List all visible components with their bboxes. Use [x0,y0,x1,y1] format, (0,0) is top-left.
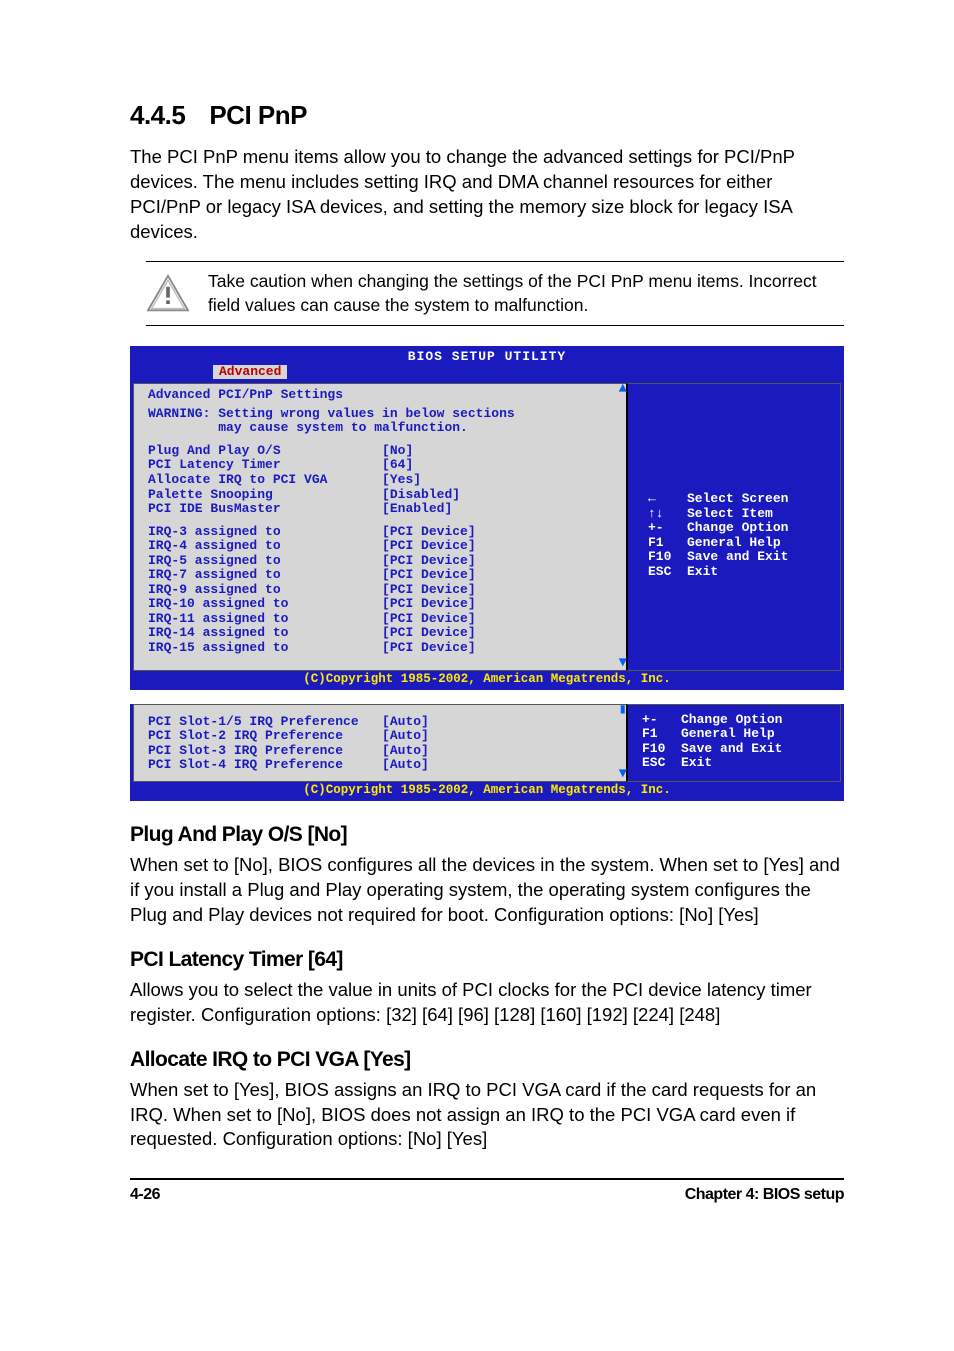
bios-tab-advanced[interactable]: Advanced [213,365,287,380]
bios-option-row[interactable]: IRQ-4 assigned to [PCI Device] [148,539,616,554]
subsection-paragraph: Allows you to select the value in units … [130,978,844,1028]
bios-nav-hint: +- Change Option [642,713,832,728]
scroll-down-icon[interactable]: ▼ [619,656,627,672]
bios-options-panel: ▮ PCI Slot-1/5 IRQ Preference [Auto]PCI … [133,704,626,782]
bios-option-row[interactable]: IRQ-14 assigned to [PCI Device] [148,626,616,641]
bios-option-row[interactable]: IRQ-11 assigned to [PCI Device] [148,612,616,627]
bios-screen-fragment: ▮ PCI Slot-1/5 IRQ Preference [Auto]PCI … [130,704,844,801]
caution-box: Take caution when changing the settings … [146,261,844,326]
bios-option-row[interactable]: PCI Slot-4 IRQ Preference [Auto] [148,758,616,773]
scroll-up-icon[interactable]: ▲ [619,382,627,398]
subsection-paragraph: When set to [Yes], BIOS assigns an IRQ t… [130,1078,844,1153]
page-number: 4-26 [130,1186,160,1204]
chapter-label: Chapter 4: BIOS setup [685,1186,844,1204]
bios-option-row[interactable]: IRQ-7 assigned to [PCI Device] [148,568,616,583]
bios-option-row[interactable]: PCI Latency Timer [64] [148,458,616,473]
bios-option-row[interactable]: Palette Snooping [Disabled] [148,488,616,503]
scroll-down-icon[interactable]: ▼ [619,767,627,783]
bios-subtitle: Advanced PCI/PnP Settings [148,388,616,403]
intro-paragraph: The PCI PnP menu items allow you to chan… [130,145,844,245]
bios-option-row[interactable]: PCI Slot-2 IRQ Preference [Auto] [148,729,616,744]
scroll-up-icon[interactable]: ▮ [619,703,627,719]
section-title: PCI PnP [209,100,307,130]
bios-nav-hint: F1 General Help [642,727,832,742]
bios-option-row[interactable]: PCI Slot-3 IRQ Preference [Auto] [148,744,616,759]
bios-option-row[interactable]: Plug And Play O/S [No] [148,444,616,459]
bios-warning: WARNING: Setting wrong values in below s… [148,407,616,436]
bios-option-row[interactable]: PCI Slot-1/5 IRQ Preference [Auto] [148,715,616,730]
bios-nav-hint: F10 Save and Exit [642,742,832,757]
bios-help-panel: ← Select Screen↑↓ Select Item+- Change O… [626,383,841,670]
caution-text: Take caution when changing the settings … [208,270,844,317]
bios-option-row[interactable]: IRQ-9 assigned to [PCI Device] [148,583,616,598]
bios-option-row[interactable]: PCI IDE BusMaster [Enabled] [148,502,616,517]
bios-tabbar: Advanced [133,365,841,382]
bios-nav-hint: ↑↓ Select Item [648,507,832,522]
bios-option-row[interactable]: IRQ-15 assigned to [PCI Device] [148,641,616,656]
bios-option-row[interactable]: IRQ-3 assigned to [PCI Device] [148,525,616,540]
bios-nav-hint: F1 General Help [648,536,832,551]
bios-copyright: (C)Copyright 1985-2002, American Megatre… [133,671,841,687]
warning-icon [146,274,190,314]
bios-option-row[interactable]: IRQ-10 assigned to [PCI Device] [148,597,616,612]
bios-nav-hint: ← Select Screen [648,492,832,507]
subsection-heading: Allocate IRQ to PCI VGA [Yes] [130,1048,844,1072]
bios-nav-hint: +- Change Option [648,521,832,536]
bios-nav-hint: ESC Exit [642,756,832,771]
page-footer: 4-26 Chapter 4: BIOS setup [130,1178,844,1204]
subsection-heading: Plug And Play O/S [No] [130,823,844,847]
subsection-paragraph: When set to [No], BIOS configures all th… [130,853,844,928]
bios-screen: BIOS SETUP UTILITY Advanced ▲ Advanced P… [130,346,844,689]
bios-copyright: (C)Copyright 1985-2002, American Megatre… [133,782,841,798]
bios-options-panel: ▲ Advanced PCI/PnP Settings WARNING: Set… [133,383,626,670]
bios-option-row[interactable]: IRQ-5 assigned to [PCI Device] [148,554,616,569]
bios-nav-hint: F10 Save and Exit [648,550,832,565]
bios-nav-hint: ESC Exit [648,565,832,580]
section-heading: 4.4.5 PCI PnP [130,100,844,131]
section-number: 4.4.5 [130,100,185,130]
bios-title: BIOS SETUP UTILITY [133,349,841,365]
bios-option-row[interactable]: Allocate IRQ to PCI VGA [Yes] [148,473,616,488]
subsection-heading: PCI Latency Timer [64] [130,948,844,972]
bios-help-panel: +- Change OptionF1 General HelpF10 Save … [626,704,841,782]
